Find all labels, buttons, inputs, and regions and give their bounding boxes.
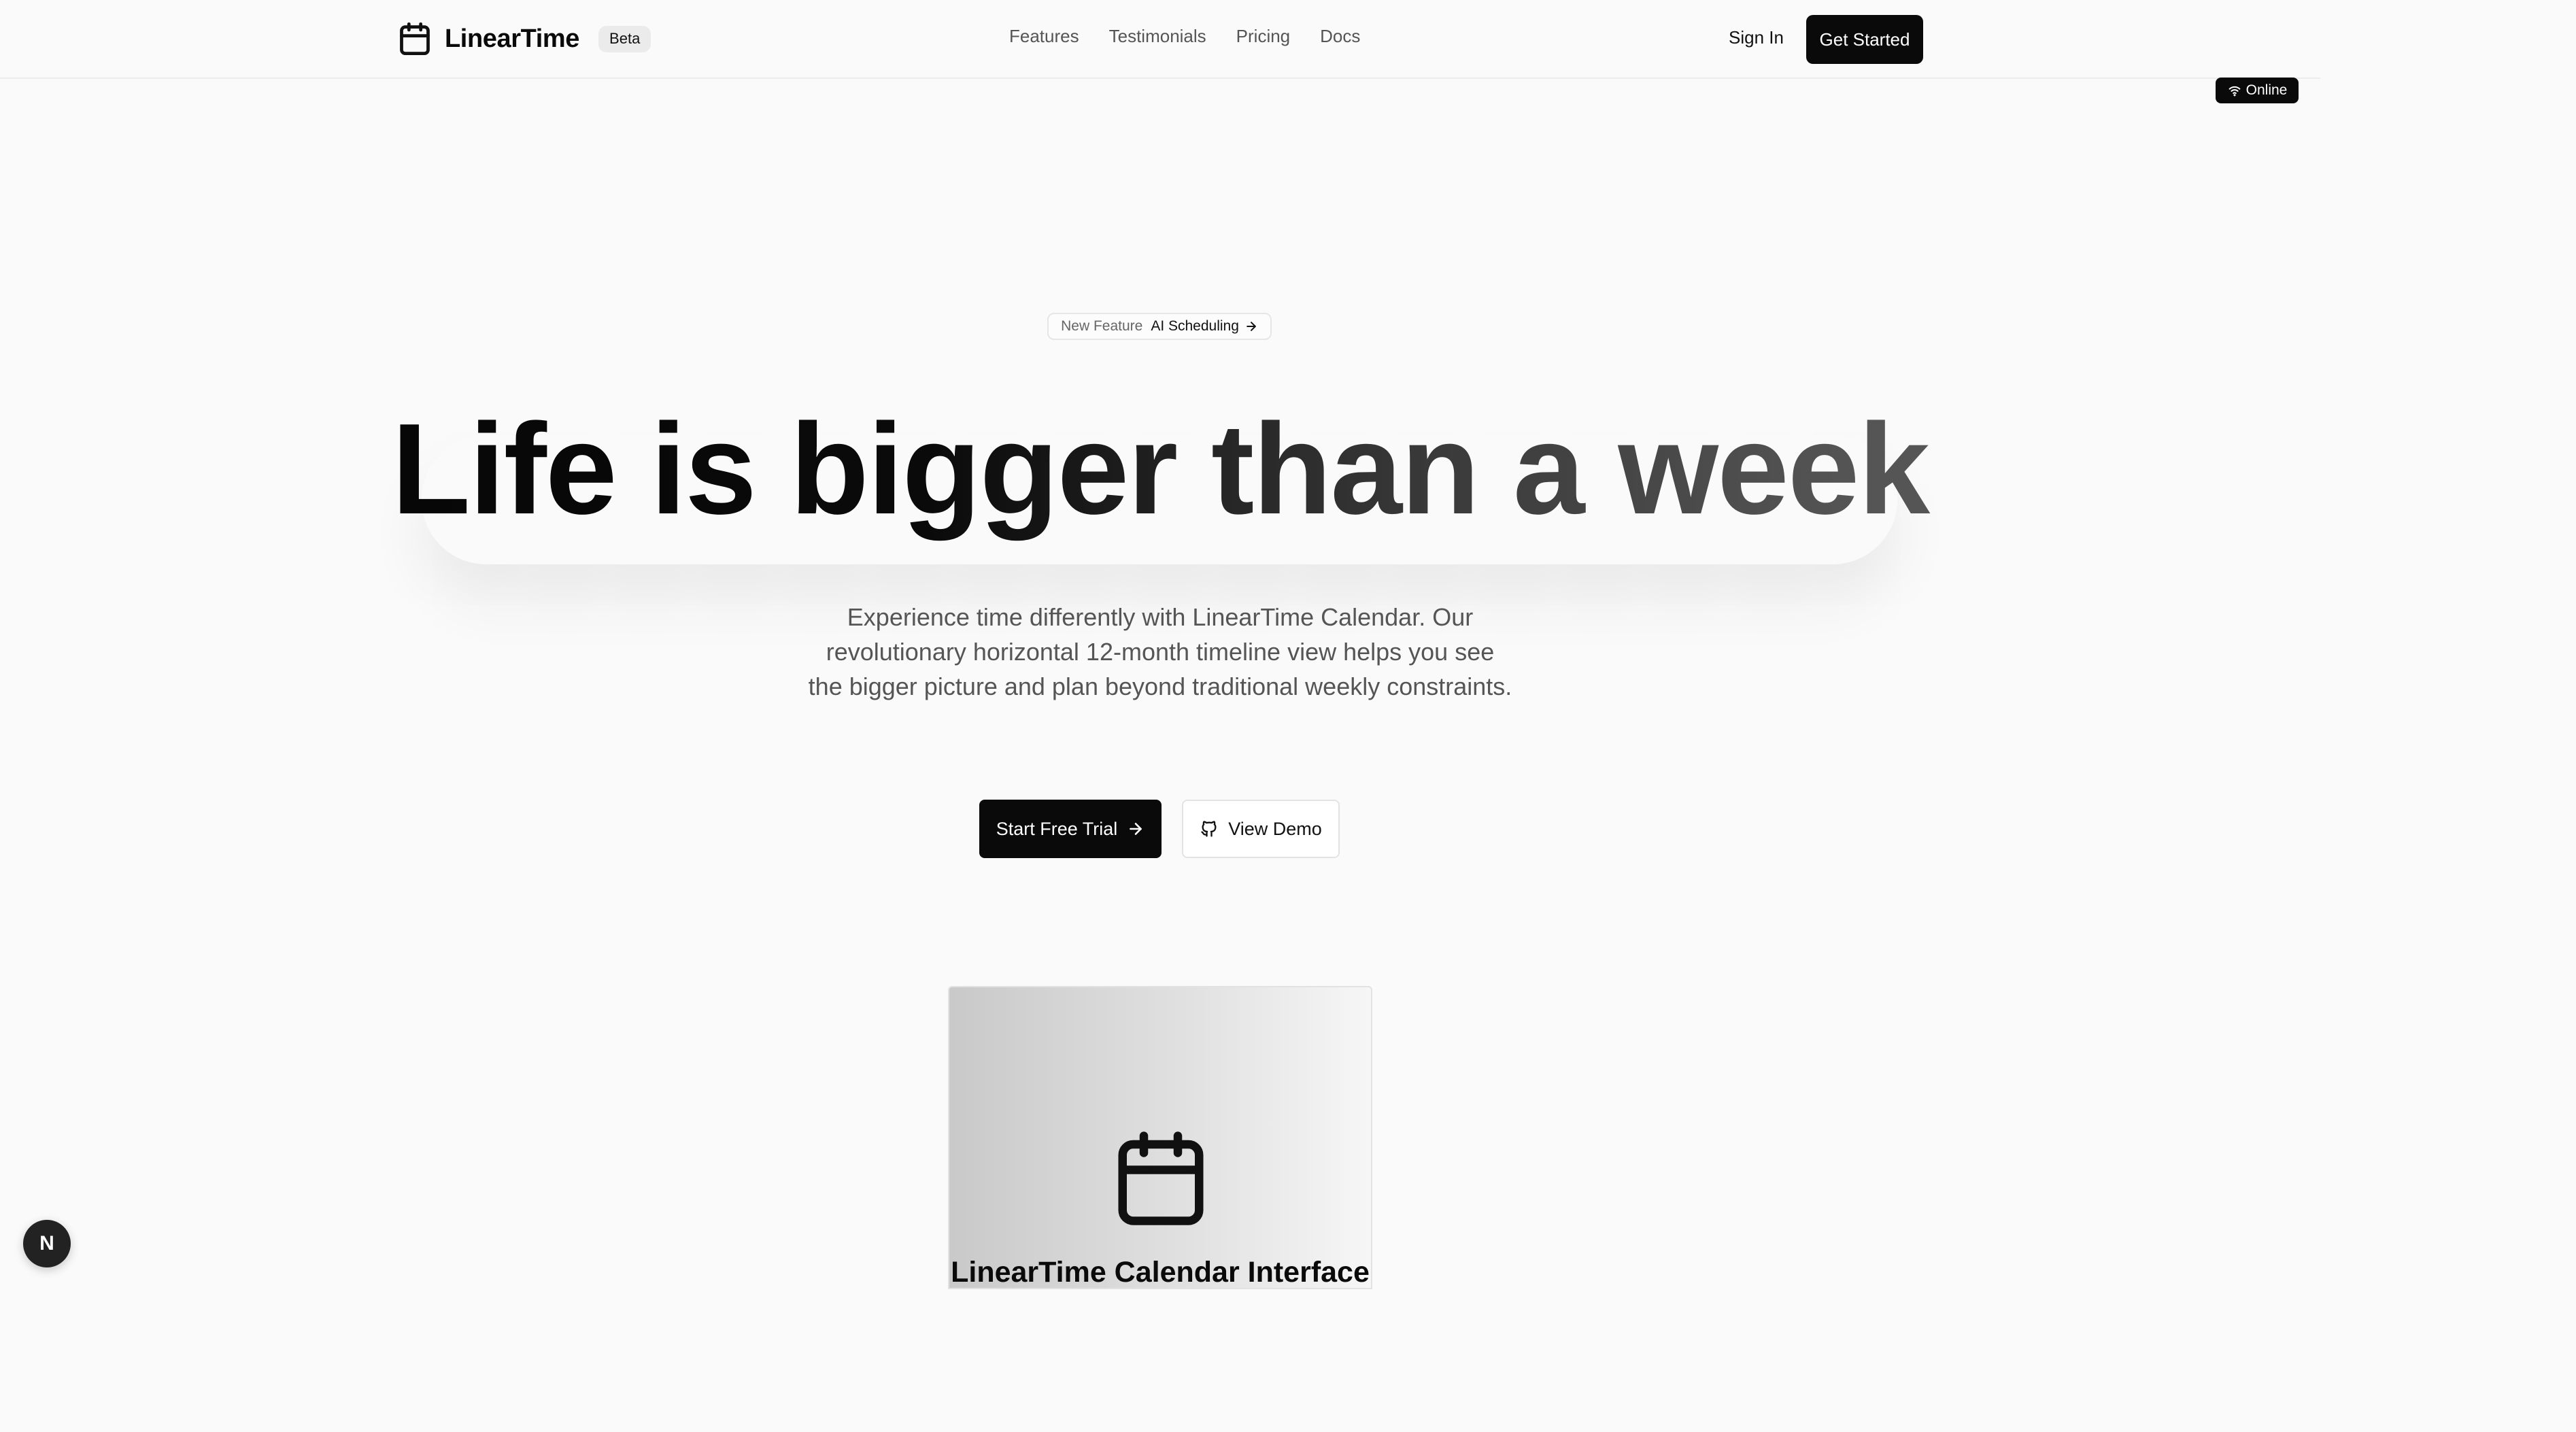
online-status-label: Online: [2245, 82, 2288, 98]
nav-link-features[interactable]: Features: [1009, 26, 1079, 47]
nav-link-testimonials[interactable]: Testimonials: [1109, 26, 1206, 47]
new-feature-pill[interactable]: New Feature AI Scheduling: [1047, 313, 1272, 340]
sign-in-link[interactable]: Sign In: [1729, 27, 1784, 48]
calendar-preview-image: LinearTime Calendar Interface: [948, 986, 1372, 1289]
cta-group: Start Free Trial View Demo: [979, 800, 1340, 858]
view-demo-button[interactable]: View Demo: [1182, 800, 1340, 858]
start-free-trial-button[interactable]: Start Free Trial: [979, 800, 1162, 858]
nav-link-docs[interactable]: Docs: [1320, 26, 1360, 47]
github-icon: [1201, 821, 1217, 837]
brand-logo[interactable]: LinearTime Beta: [397, 19, 651, 58]
hero-headline: Life is bigger than a week: [0, 394, 2320, 544]
beta-badge: Beta: [598, 25, 651, 52]
arrow-right-icon: [1130, 823, 1142, 835]
online-status-badge: Online: [2216, 78, 2299, 103]
calendar-icon: [1118, 1131, 1204, 1225]
wifi-icon: [2228, 86, 2240, 97]
view-demo-label: View Demo: [1228, 818, 1322, 839]
start-free-trial-label: Start Free Trial: [996, 818, 1118, 839]
nav-link-pricing[interactable]: Pricing: [1236, 26, 1290, 47]
pill-label: New Feature: [1061, 318, 1143, 334]
preview-caption: LinearTime Calendar Interface: [951, 1256, 1370, 1289]
dev-tools-indicator[interactable]: N: [23, 1220, 71, 1267]
arrow-right-icon: [1247, 322, 1256, 331]
calendar-icon: [400, 22, 430, 56]
site-header: LinearTime Beta Features Testimonials Pr…: [0, 0, 2320, 79]
pill-feature: AI Scheduling: [1151, 318, 1239, 334]
main-nav: Features Testimonials Pricing Docs: [1009, 26, 1360, 47]
brand-name: LinearTime: [445, 24, 580, 53]
get-started-button[interactable]: Get Started: [1806, 15, 1923, 64]
hero-subtitle: Experience time differently with LinearT…: [808, 603, 1512, 700]
